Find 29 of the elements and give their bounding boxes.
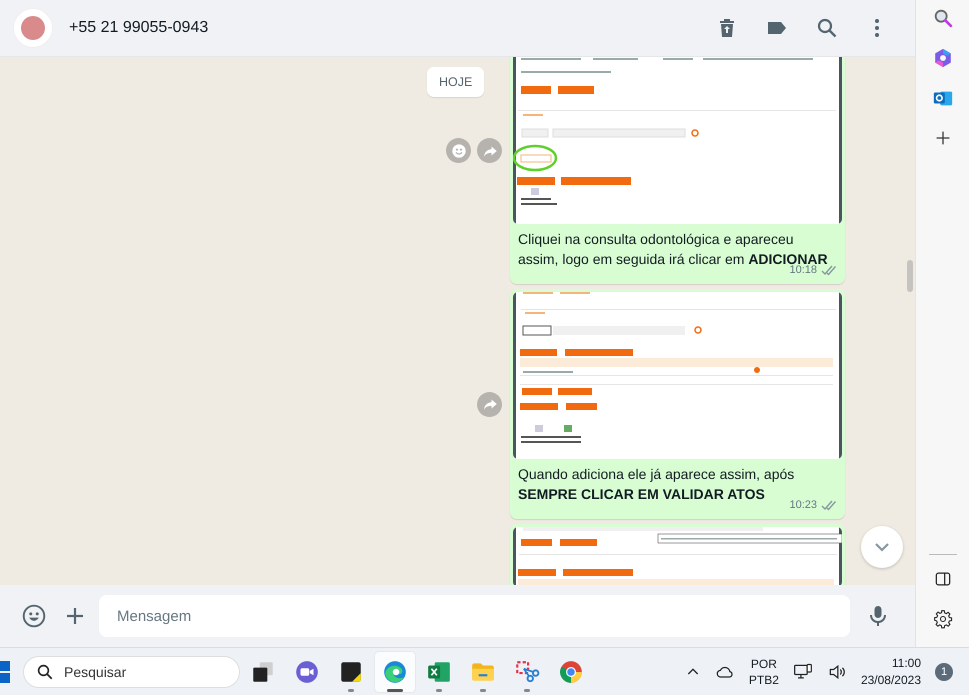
clock[interactable]: 11:00 23/08/2023 [860, 654, 921, 688]
emoji-icon [450, 142, 466, 158]
settings-icon[interactable] [932, 609, 952, 629]
screenshot-drawing[interactable] [513, 57, 842, 224]
running-indicator [524, 688, 530, 692]
running-indicator [387, 688, 403, 692]
avatar-logo[interactable] [13, 8, 53, 48]
running-indicator [480, 688, 486, 692]
language-indicator[interactable]: POR PTB2 [748, 656, 779, 688]
taskbar-search-field[interactable]: Pesquisar [23, 656, 240, 688]
chrome-browser-icon [558, 658, 584, 684]
browser-icon [382, 658, 408, 684]
notification-badge[interactable]: 1 [935, 662, 953, 680]
date-chip: HOJE [427, 67, 484, 97]
search-icon [36, 662, 54, 680]
scissors-icon [514, 658, 540, 684]
video-call-icon [294, 658, 320, 684]
network-icon[interactable] [792, 662, 813, 682]
emoji-icon[interactable] [21, 603, 47, 629]
running-indicator [436, 688, 442, 692]
screenshot-drawing[interactable] [513, 292, 842, 459]
message-time: 10:18 [789, 264, 817, 278]
search-icon[interactable] [815, 16, 839, 40]
scrollbar-thumb[interactable] [907, 260, 913, 292]
running-indicator [348, 688, 354, 692]
message-field[interactable]: Mensagem [99, 595, 850, 637]
message-text: Cliquei na consulta odontológica e apareceu assim, logo em seguida irá clicar em ADICIONAR [518, 230, 829, 267]
taskbar-app-button[interactable] [375, 652, 415, 692]
contact-name[interactable]: +55 21 99055-0943 [69, 19, 208, 37]
